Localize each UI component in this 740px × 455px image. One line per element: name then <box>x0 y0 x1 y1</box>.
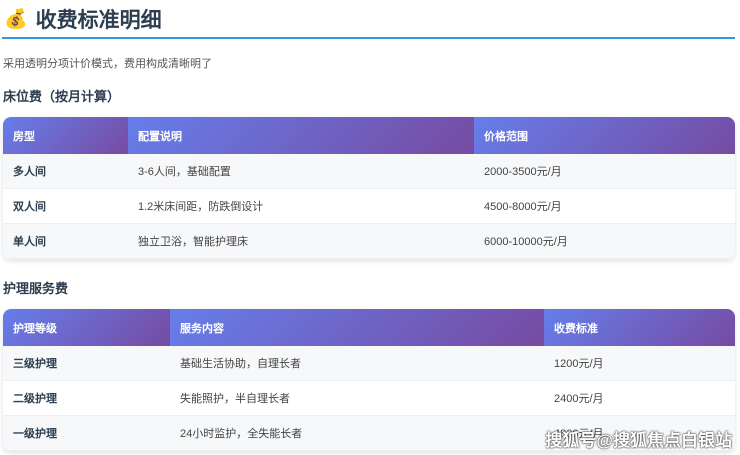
cell: 独立卫浴，智能护理床 <box>128 223 474 259</box>
cell: 3-6人间，基础配置 <box>128 154 474 189</box>
page-title-text: 收费标准明细 <box>35 9 162 32</box>
cell: 一级护理 <box>3 415 170 451</box>
table-row: 双人间 1.2米床间距，防跌倒设计 4500-8000元/月 <box>3 188 735 224</box>
cell: 双人间 <box>3 188 128 224</box>
cell: 单人间 <box>3 223 128 259</box>
bed-fee-heading: 床位费（按月计算） <box>3 89 121 104</box>
cell: 三级护理 <box>3 346 170 381</box>
care-fee-heading: 护理服务费 <box>3 281 69 296</box>
page-title: 💰 收费标准明细 <box>4 4 162 34</box>
table-row: 三级护理 基础生活协助，自理长者 1200元/月 <box>3 346 735 381</box>
table-row: 单人间 独立卫浴，智能护理床 6000-10000元/月 <box>3 223 735 259</box>
watermark: 搜狐号@搜狐焦点白银站 <box>545 431 732 450</box>
table-header-row: 房型 配置说明 价格范围 <box>3 117 735 154</box>
cell: 2400元/月 <box>544 380 735 416</box>
cell: 4500-8000元/月 <box>474 188 735 224</box>
table-header-row: 护理等级 服务内容 收费标准 <box>3 309 735 346</box>
title-divider <box>2 37 735 39</box>
cell: 基础生活协助，自理长者 <box>170 346 544 381</box>
column-header: 房型 <box>3 117 128 154</box>
column-header: 配置说明 <box>128 117 474 154</box>
cell: 多人间 <box>3 154 128 189</box>
column-header: 价格范围 <box>474 117 735 154</box>
cell: 6000-10000元/月 <box>474 223 735 259</box>
column-header: 服务内容 <box>170 309 544 346</box>
cell: 24小时监护，全失能长者 <box>170 415 544 451</box>
cell: 二级护理 <box>3 380 170 416</box>
cell: 2000-3500元/月 <box>474 154 735 189</box>
money-bag-icon: 💰 <box>4 9 28 30</box>
table-row: 二级护理 失能照护，半自理长者 2400元/月 <box>3 380 735 416</box>
table-row: 多人间 3-6人间，基础配置 2000-3500元/月 <box>3 154 735 189</box>
cell: 1200元/月 <box>544 346 735 381</box>
subtitle: 采用透明分项计价模式，费用构成清晰明了 <box>3 58 212 70</box>
bed-fee-table: 房型 配置说明 价格范围 多人间 3-6人间，基础配置 2000-3500元/月 双人间… <box>3 117 735 259</box>
column-header: 护理等级 <box>3 309 170 346</box>
cell: 1.2米床间距，防跌倒设计 <box>128 188 474 224</box>
cell: 失能照护，半自理长者 <box>170 380 544 416</box>
column-header: 收费标准 <box>544 309 735 346</box>
